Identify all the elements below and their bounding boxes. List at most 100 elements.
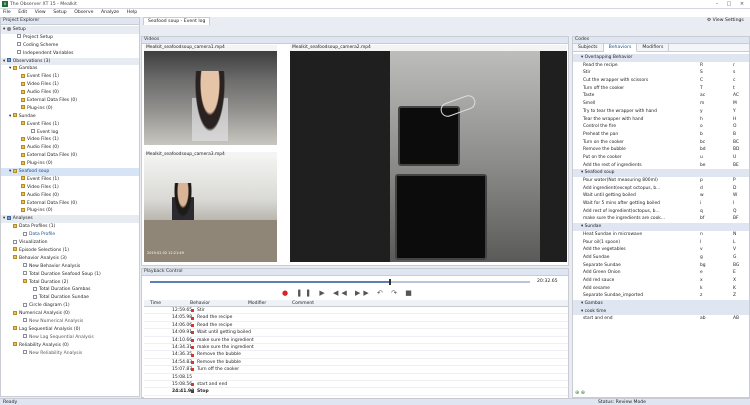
table-row[interactable]: 24:41.90 Stop xyxy=(144,388,568,396)
code-row[interactable]: Separate Sundae bg BG xyxy=(573,262,749,270)
code-row[interactable]: Add Sundae g G xyxy=(573,254,749,262)
table-row[interactable]: 14:05.98 Read the recipe xyxy=(144,314,568,322)
code-row[interactable]: Add the rest of ingredients be BE xyxy=(573,162,749,170)
video-camera2[interactable]: Mealkit_seafoodsoup_camera2.mp4 xyxy=(290,45,567,262)
code-group-header[interactable]: ▾ Seafood soup xyxy=(573,169,749,177)
tree-analysis-item[interactable]: New Lag Sequential Analysis xyxy=(1,334,139,342)
video-camera1[interactable]: Mealkit_seafoodsoup_camera1.mp4 xyxy=(144,45,277,145)
close-icon[interactable]: × xyxy=(737,1,747,8)
tree-item[interactable]: Audio Files (0) xyxy=(1,192,139,200)
tree-analysis-item[interactable]: Total Duration Gambas xyxy=(1,286,139,294)
tree-item[interactable]: Event Files (1) xyxy=(1,121,139,129)
code-row[interactable]: Taste ac AC xyxy=(573,92,749,100)
code-row[interactable]: Add Green Onion e E xyxy=(573,269,749,277)
tree-analysis-item[interactable]: Reliability Analysis (0) xyxy=(1,342,139,350)
add-code-icon[interactable]: ⊕ ⊕ xyxy=(575,390,585,396)
table-row[interactable]: 15:08.56 start and end xyxy=(144,381,568,389)
menu-file[interactable]: File xyxy=(3,9,11,17)
tree-item[interactable]: Plug-ins (0) xyxy=(1,105,139,113)
code-row[interactable]: Add red sauce x X xyxy=(573,277,749,285)
tree-observation-seafood[interactable]: ▾ Seafood soup xyxy=(1,168,139,176)
table-row[interactable]: 14:34.31 make sure the ingredient xyxy=(144,344,568,352)
menu-observe[interactable]: Observe xyxy=(74,9,93,17)
tree-item[interactable]: Plug-ins (0) xyxy=(1,207,139,215)
tree-item[interactable]: External Data Files (0) xyxy=(1,200,139,208)
table-row[interactable]: 15:08.15 xyxy=(144,374,568,381)
tree-setup[interactable]: ▾ Setup xyxy=(1,26,139,34)
col-modifier[interactable]: Modifier xyxy=(248,300,266,307)
video-camera3[interactable]: Mealkit_seafoodsoup_camera3.mp4 2019.02.… xyxy=(144,152,277,262)
play-icon[interactable]: ▶ xyxy=(319,289,327,297)
col-behavior[interactable]: Behavior xyxy=(190,300,210,307)
tree-item[interactable]: Audio Files (0) xyxy=(1,89,139,97)
code-row[interactable]: Smell m M xyxy=(573,100,749,108)
menu-analyze[interactable]: Analyze xyxy=(101,9,119,17)
table-row[interactable]: 14:36.35 Remove the bubble xyxy=(144,351,568,359)
code-row[interactable]: Turn on the cooker bc BC xyxy=(573,139,749,147)
tree-analysis-item[interactable]: Numerical Analysis (0) xyxy=(1,310,139,318)
code-row[interactable]: Add rest of ingredient(octopus, b... q Q xyxy=(573,208,749,216)
code-row[interactable]: Cut the wrapper with scissors Cc xyxy=(573,77,749,85)
tree-analysis-item[interactable]: New Numerical Analysis xyxy=(1,318,139,326)
timeline-track[interactable] xyxy=(150,281,530,283)
code-row[interactable]: Add sesame k K xyxy=(573,285,749,293)
code-row[interactable]: Heat Sundae in microwave n N xyxy=(573,231,749,239)
tree-analysis-item[interactable]: Total Duration Sundae xyxy=(1,294,139,302)
tab-subjects[interactable]: Subjects xyxy=(573,44,604,52)
tree-observation-sundae[interactable]: ▾ Sundae xyxy=(1,113,139,121)
maximize-icon[interactable]: □ xyxy=(724,1,734,8)
tree-item[interactable]: Event Files (1) xyxy=(1,73,139,81)
code-row[interactable]: Read the recipe Rr xyxy=(573,62,749,70)
tree-analysis-item[interactable]: Total Duration Seafood Soup (1) xyxy=(1,271,139,279)
code-row[interactable]: Wait for 5 mins after getting boiled i I xyxy=(573,200,749,208)
tree-analysis-item[interactable]: Behavior Analysis (3) xyxy=(1,255,139,263)
code-row[interactable]: Remove the bubble bd BD xyxy=(573,146,749,154)
menu-setup[interactable]: Setup xyxy=(53,9,66,17)
tree-item[interactable]: Video Files (1) xyxy=(1,81,139,89)
tree-item[interactable]: Event Files (1) xyxy=(1,176,139,184)
code-row[interactable]: make sure the ingredients are cook... bf B… xyxy=(573,215,749,223)
table-row[interactable]: 14:06.06 Read the recipe xyxy=(144,322,568,330)
code-group-header[interactable]: ▾ Sundae xyxy=(573,223,749,231)
code-row[interactable]: Add ingredient(except octopus, b... d D xyxy=(573,185,749,193)
tab-behaviors[interactable]: Behaviors xyxy=(603,44,638,52)
tree-analysis-item[interactable]: Visualization xyxy=(1,239,139,247)
step-back-icon[interactable]: ◀◀ xyxy=(333,289,350,297)
tree-item[interactable]: External Data Files (0) xyxy=(1,97,139,105)
table-row[interactable]: 14:54.83 Remove the bubble xyxy=(144,359,568,367)
tree-item[interactable]: Project Setup xyxy=(1,34,139,42)
code-row[interactable]: Wait until getting boiled w W xyxy=(573,192,749,200)
table-row[interactable]: 12:59.65 Stir xyxy=(144,307,568,315)
tree-item[interactable]: Event log xyxy=(1,129,139,137)
view-settings-button[interactable]: ⚙ View Settings xyxy=(707,18,744,24)
tree-item[interactable]: Video Files (1) xyxy=(1,136,139,144)
tree-item[interactable]: Video Files (1) xyxy=(1,184,139,192)
code-row[interactable]: Tear the wrapper with hand h H xyxy=(573,116,749,124)
tree-analysis-item[interactable]: New Reliability Analysis xyxy=(1,350,139,358)
tree-analysis-item[interactable]: Episode Selections (1) xyxy=(1,247,139,255)
tab-event-log[interactable]: Seafood soup - Event log xyxy=(143,17,211,25)
tab-modifiers[interactable]: Modifiers xyxy=(637,44,670,52)
code-row[interactable]: Control the fire o O xyxy=(573,123,749,131)
minimize-icon[interactable]: – xyxy=(712,1,722,8)
tree-observations[interactable]: ▾ Observations (3) xyxy=(1,57,139,66)
tree-analysis-item[interactable]: Data Profile xyxy=(1,231,139,239)
redo-icon[interactable]: ↷ xyxy=(391,289,400,297)
stop-icon[interactable]: ■ xyxy=(405,289,415,297)
tree-item[interactable]: Independent Variables xyxy=(1,50,139,58)
code-group-header[interactable]: ▾ Overlapping Behavior xyxy=(573,54,749,62)
tree-analysis-item[interactable]: New Behavior Analysis xyxy=(1,263,139,271)
tree-observation-gambas[interactable]: ▾ Gambas xyxy=(1,65,139,73)
col-comment[interactable]: Comment xyxy=(292,300,314,307)
col-time[interactable]: Time xyxy=(150,300,161,307)
timeline-handle[interactable] xyxy=(389,279,392,285)
tree-item[interactable]: Coding Scheme xyxy=(1,42,139,50)
tree-analysis-item[interactable]: Lag Sequential Analysis (0) xyxy=(1,326,139,334)
code-row[interactable]: Add the vegetables v V xyxy=(573,246,749,254)
code-row[interactable]: Preheat the pan b B xyxy=(573,131,749,139)
code-row[interactable]: Separate Sundae_imported z Z xyxy=(573,292,749,300)
tree-analyses[interactable]: ▾ Analyses xyxy=(1,215,139,224)
tree-item[interactable]: Audio Files (0) xyxy=(1,144,139,152)
code-row[interactable]: Try to tear the wrapper with hand y Y xyxy=(573,108,749,116)
menu-view[interactable]: View xyxy=(35,9,46,17)
